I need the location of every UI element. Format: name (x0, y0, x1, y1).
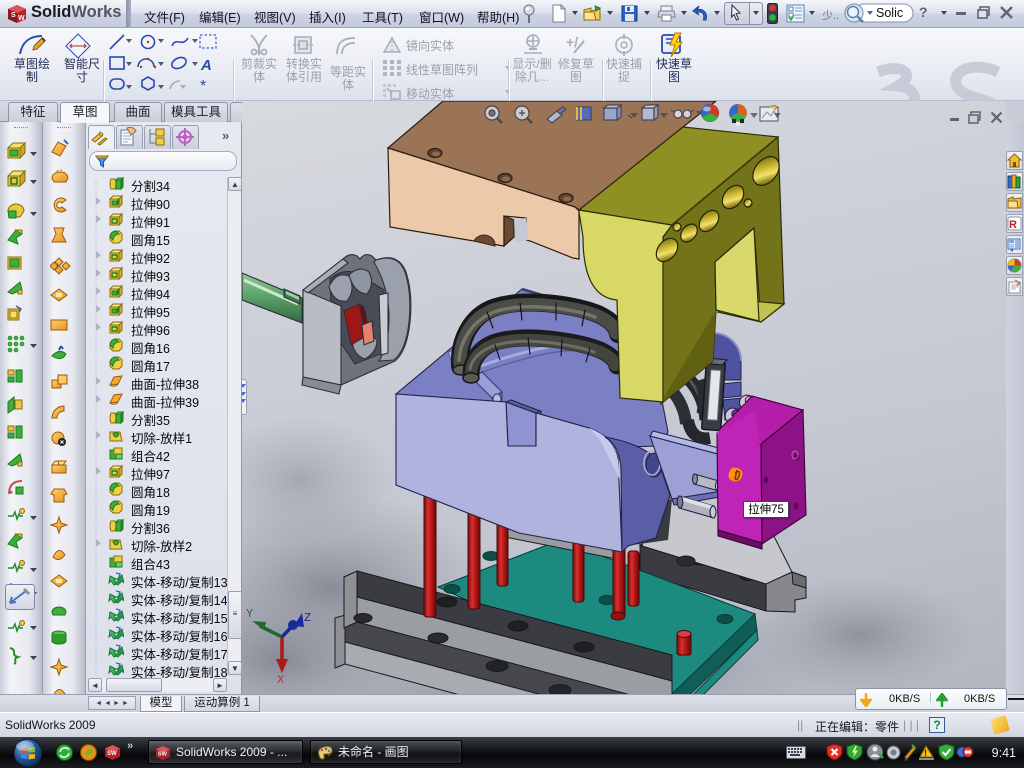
svg-text:SW: SW (158, 751, 168, 757)
svg-text:+/: +/ (566, 34, 578, 50)
svg-text:*: * (200, 78, 206, 95)
svg-text:SW: SW (107, 751, 117, 757)
svg-text:R: R (1009, 219, 1017, 231)
svg-text:Z: Z (304, 611, 311, 625)
svg-text:X: X (277, 673, 284, 684)
svg-text:A: A (200, 57, 212, 74)
svg-text:!: ! (924, 748, 927, 758)
svg-text:Y: Y (246, 609, 253, 621)
